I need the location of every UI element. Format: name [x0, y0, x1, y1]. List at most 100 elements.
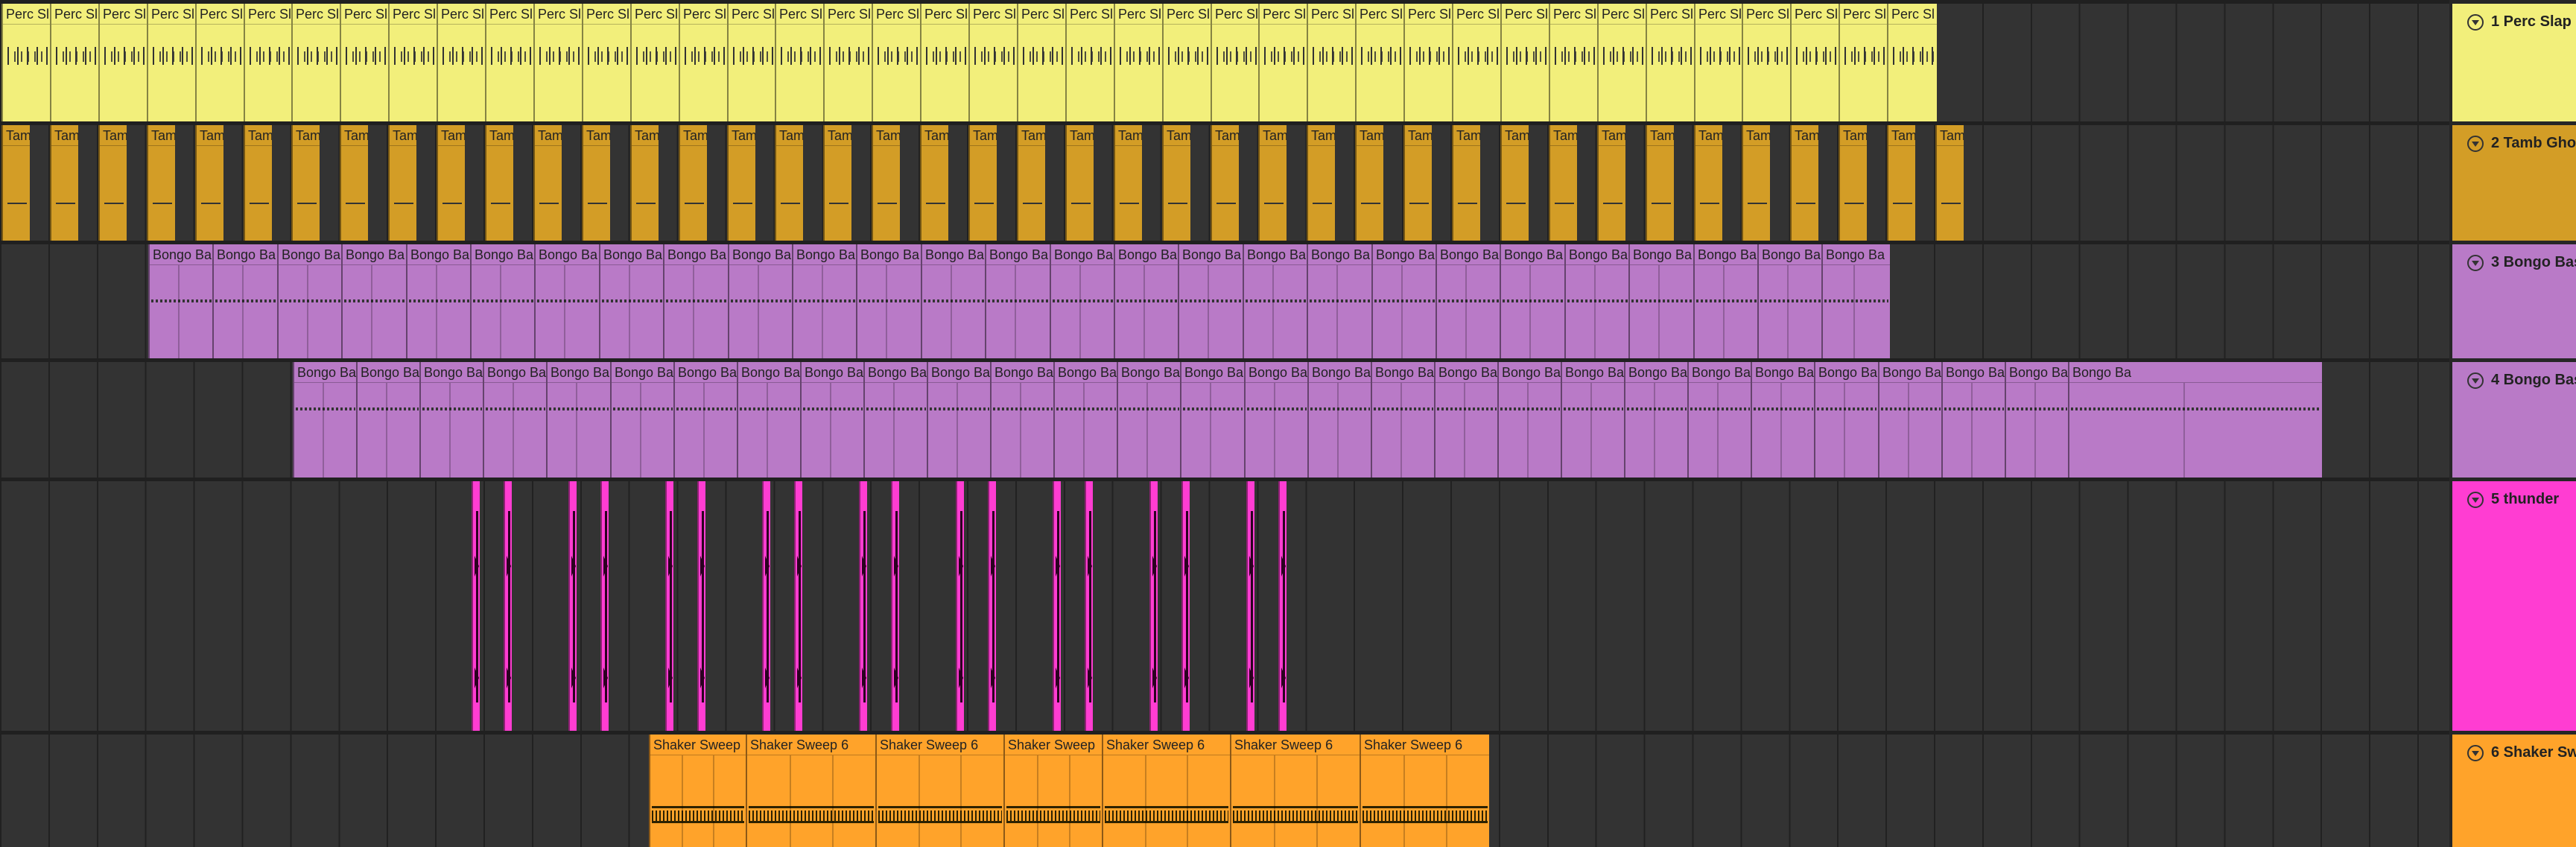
- clip[interactable]: Bongo Ba: [856, 244, 921, 360]
- clip[interactable]: Bongo Ba: [673, 362, 737, 479]
- fade-handle-icon[interactable]: [475, 556, 479, 577]
- fade-handle-icon[interactable]: [991, 667, 995, 688]
- clip[interactable]: Bongo Ba: [1628, 244, 1693, 360]
- clip[interactable]: Bongo Ba: [1371, 244, 1436, 360]
- fade-handle-icon[interactable]: [1152, 667, 1157, 688]
- clip[interactable]: Tam: [533, 125, 562, 241]
- clip[interactable]: Bongo Ba: [985, 244, 1050, 360]
- clip[interactable]: Tam: [195, 125, 223, 241]
- clip[interactable]: Shaker Sweep: [1003, 735, 1102, 847]
- clip[interactable]: Bongo Ba: [1821, 244, 1890, 360]
- track-lane-1[interactable]: Perc Sl Perc Sl Perc Sl Perc Sl Perc Sl Perc …: [0, 0, 2449, 123]
- fade-handle-icon[interactable]: [668, 556, 673, 577]
- clip[interactable]: Perc Sl: [582, 4, 631, 121]
- clip[interactable]: Tam: [920, 125, 948, 241]
- clip[interactable]: [956, 481, 964, 732]
- clip[interactable]: Perc Sl: [1307, 4, 1356, 121]
- clip[interactable]: [1149, 481, 1158, 732]
- clip[interactable]: Tam: [1403, 125, 1432, 241]
- fade-handle-icon[interactable]: [797, 556, 802, 577]
- clip[interactable]: Perc Sl: [195, 4, 244, 121]
- fade-handle-icon[interactable]: [765, 667, 770, 688]
- clip[interactable]: Shaker Sweep 6: [746, 735, 875, 847]
- track-header-1[interactable]: 1 Perc Slap 1: [2452, 4, 2576, 121]
- clip[interactable]: Tam: [1790, 125, 1818, 241]
- track-header-5[interactable]: 5 thunder: [2452, 481, 2576, 731]
- clip[interactable]: Tam: [1065, 125, 1094, 241]
- clip[interactable]: Bongo Ba: [990, 362, 1054, 479]
- clip[interactable]: Perc Sl: [147, 4, 196, 121]
- fade-handle-icon[interactable]: [1249, 556, 1254, 577]
- fade-handle-icon[interactable]: [862, 667, 866, 688]
- clip[interactable]: Tam: [1017, 125, 1045, 241]
- track-name[interactable]: 2 Tamb Ghost: [2491, 133, 2576, 153]
- clip[interactable]: Shaker Sweep 6: [875, 735, 1003, 847]
- clip[interactable]: Perc Sl: [485, 4, 534, 121]
- fade-handle-icon[interactable]: [1088, 556, 1092, 577]
- clip[interactable]: Bongo Ba: [148, 244, 213, 360]
- clip[interactable]: Bongo Ba: [419, 362, 483, 479]
- clip[interactable]: Perc Sl: [872, 4, 921, 121]
- clip[interactable]: Bongo Ba: [663, 244, 728, 360]
- clip[interactable]: Bongo Ba: [1307, 362, 1371, 479]
- clip[interactable]: Bongo Ba: [277, 244, 342, 360]
- clip[interactable]: Bongo Ba: [1435, 244, 1500, 360]
- fade-handle-icon[interactable]: [765, 556, 770, 577]
- clip[interactable]: Perc Sl: [1742, 4, 1791, 121]
- track-lane-4[interactable]: Bongo Ba Bongo Ba Bongo Ba Bongo Ba Bongo Ba…: [0, 360, 2449, 479]
- arrangement-view[interactable]: Perc Sl Perc Sl Perc Sl Perc Sl Perc Sl Perc …: [0, 0, 2449, 847]
- clip[interactable]: Tam: [1355, 125, 1383, 241]
- clip[interactable]: Tam: [291, 125, 320, 241]
- fade-handle-icon[interactable]: [959, 667, 963, 688]
- clip[interactable]: Bongo Ba: [737, 362, 801, 479]
- clip[interactable]: Tam: [388, 125, 416, 241]
- fade-handle-icon[interactable]: [1184, 667, 1189, 688]
- clip[interactable]: Bongo Ba: [2005, 362, 2069, 479]
- clip[interactable]: Shaker Sweep 6: [1102, 735, 1230, 847]
- clip[interactable]: Bongo Ba: [1180, 362, 1244, 479]
- clip[interactable]: Perc Sl: [1646, 4, 1695, 121]
- clip[interactable]: [1181, 481, 1190, 732]
- clip[interactable]: Tam: [1307, 125, 1335, 241]
- clip[interactable]: Bongo Ba: [534, 244, 599, 360]
- fade-handle-icon[interactable]: [1056, 556, 1060, 577]
- track-lane-5[interactable]: [0, 479, 2449, 732]
- clip[interactable]: [665, 481, 673, 732]
- fade-handle-icon[interactable]: [700, 556, 705, 577]
- clip[interactable]: Shaker Sweep 6: [1360, 735, 1489, 847]
- fade-handle-icon[interactable]: [1152, 556, 1157, 577]
- clip[interactable]: Tam: [872, 125, 900, 241]
- fade-handle-icon[interactable]: [797, 667, 802, 688]
- clip[interactable]: Bongo Ba: [1624, 362, 1688, 479]
- clip[interactable]: Shaker Sweep: [649, 735, 746, 847]
- fade-handle-icon[interactable]: [1056, 667, 1060, 688]
- clip[interactable]: Tam: [244, 125, 272, 241]
- clip[interactable]: Tam: [1211, 125, 1239, 241]
- clip[interactable]: Perc Sl: [727, 4, 776, 121]
- clip[interactable]: Tam: [582, 125, 610, 241]
- clip[interactable]: [600, 481, 609, 732]
- clip[interactable]: Tam: [775, 125, 803, 241]
- track-header-6[interactable]: 6 Shaker Swe: [2452, 735, 2576, 847]
- clip[interactable]: Bongo Ba: [1114, 244, 1178, 360]
- clip[interactable]: Bongo Ba: [1751, 362, 1815, 479]
- clip[interactable]: Tam: [1839, 125, 1867, 241]
- clip[interactable]: Bongo Ba: [599, 244, 664, 360]
- fade-handle-icon[interactable]: [1249, 667, 1254, 688]
- fade-handle-icon[interactable]: [991, 556, 995, 577]
- clip[interactable]: Perc Sl: [1017, 4, 1066, 121]
- fade-handle-icon[interactable]: [475, 667, 479, 688]
- clip[interactable]: [1246, 481, 1254, 732]
- clip[interactable]: Tam: [1935, 125, 1964, 241]
- clip[interactable]: Perc Sl: [1694, 4, 1743, 121]
- clip[interactable]: Tam: [437, 125, 465, 241]
- clip[interactable]: Perc Sl: [1065, 4, 1114, 121]
- clip[interactable]: Perc Sl: [823, 4, 872, 121]
- fold-triangle-icon[interactable]: [2467, 372, 2484, 389]
- clip[interactable]: Perc Sl: [1403, 4, 1453, 121]
- clip[interactable]: Perc Sl: [50, 4, 99, 121]
- clip[interactable]: [472, 481, 480, 732]
- clip[interactable]: [1053, 481, 1061, 732]
- clip[interactable]: Bongo Ba: [1941, 362, 2005, 479]
- fold-triangle-icon[interactable]: [2467, 492, 2484, 508]
